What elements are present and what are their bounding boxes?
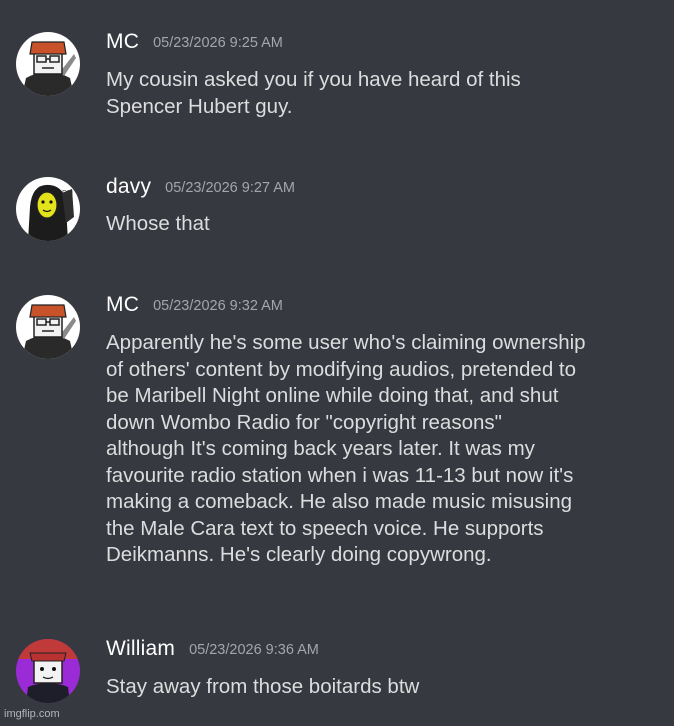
timestamp: 05/23/2026 9:25 AM	[153, 35, 283, 51]
timestamp: 05/23/2026 9:36 AM	[189, 642, 319, 658]
message-header: William 05/23/2026 9:36 AM	[106, 637, 319, 665]
william-avatar-icon[interactable]	[16, 639, 80, 703]
chat-message: MC 05/23/2026 9:32 AM Apparently he's som…	[0, 293, 674, 593]
message-text: My cousin asked you if you have heard of…	[106, 68, 521, 118]
username[interactable]: MC	[106, 293, 139, 316]
timestamp: 05/23/2026 9:27 AM	[165, 180, 295, 196]
davy-avatar-icon[interactable]: DM	[16, 177, 80, 241]
message-text: Whose that	[106, 212, 210, 235]
chat-message: DM davy 05/23/2026 9:27 AM Whose that	[0, 175, 674, 245]
watermark: imgflip.com	[4, 708, 60, 720]
username[interactable]: davy	[106, 175, 151, 198]
chat-message: MC 05/23/2026 9:25 AM My cousin asked you…	[0, 30, 674, 130]
message-text: Stay away from those boitards btw	[106, 675, 420, 698]
username[interactable]: William	[106, 637, 175, 660]
message-header: davy 05/23/2026 9:27 AM	[106, 175, 295, 203]
chat-message: William 05/23/2026 9:36 AM Stay away from…	[0, 637, 674, 707]
message-text: Apparently he's some user who's claiming…	[106, 331, 586, 566]
message-header: MC 05/23/2026 9:25 AM	[106, 30, 283, 58]
message-header: MC 05/23/2026 9:32 AM	[106, 293, 283, 321]
mc-avatar-icon[interactable]	[16, 295, 80, 359]
mc-avatar-icon[interactable]	[16, 32, 80, 96]
svg-text:DM: DM	[62, 190, 73, 197]
timestamp: 05/23/2026 9:32 AM	[153, 298, 283, 314]
username[interactable]: MC	[106, 30, 139, 53]
